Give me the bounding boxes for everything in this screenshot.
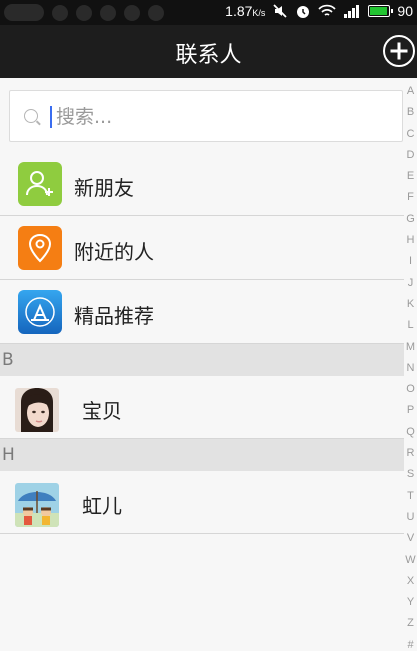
network-speed-unit: K/s [252, 8, 266, 18]
index-letter-o[interactable]: O [406, 384, 415, 395]
index-letter-d[interactable]: D [407, 149, 415, 161]
search-icon [24, 109, 38, 123]
app-store-icon [18, 290, 62, 334]
battery-icon [368, 5, 394, 17]
contact-item[interactable]: 虹儿 [0, 471, 404, 534]
index-letter-k[interactable]: K [407, 298, 414, 310]
battery-percent: 90 [397, 3, 413, 19]
index-letter-a[interactable]: A [407, 86, 414, 97]
notification-dot-icon [148, 4, 164, 21]
new-friends-item[interactable]: 新朋友 [0, 152, 404, 216]
cartoon-umbrella-avatar [15, 483, 59, 527]
index-letter-f[interactable]: F [407, 192, 414, 203]
featured-apps-item[interactable]: 精品推荐 [0, 280, 404, 344]
index-letter-x[interactable]: X [407, 575, 414, 587]
contact-name: 宝贝 [82, 399, 122, 423]
index-letter-t[interactable]: T [407, 490, 414, 502]
index-letter-s[interactable]: S [407, 469, 414, 480]
index-letter-l[interactable]: L [407, 320, 413, 331]
plus-circle-icon[interactable] [383, 35, 415, 67]
contacts-list: 新朋友 附近的人 精品推荐 B 宝贝 H 虹儿 [0, 152, 404, 534]
search-input[interactable] [56, 101, 386, 133]
wifi-icon [318, 4, 337, 16]
index-letter-i[interactable]: I [409, 256, 412, 267]
index-letter-g[interactable]: G [406, 213, 415, 225]
contact-name: 虹儿 [82, 494, 122, 518]
notification-dot-icon [100, 4, 116, 21]
index-letter-b[interactable]: B [407, 107, 414, 118]
index-letter-c[interactable]: C [407, 128, 415, 140]
index-letter-hash[interactable]: # [407, 639, 413, 651]
index-letter-v[interactable]: V [407, 533, 414, 544]
index-letter-j[interactable]: J [408, 277, 414, 289]
notification-dot-icon [124, 4, 140, 21]
page-title: 联系人 [175, 43, 242, 68]
index-letter-u[interactable]: U [407, 511, 415, 523]
alarm-icon [297, 6, 310, 18]
featured-apps-label: 精品推荐 [74, 304, 154, 328]
notification-dot-icon [52, 4, 68, 21]
section-header-h: H [0, 439, 404, 471]
status-indicators: 1.87K/s 90 [225, 3, 413, 19]
text-caret [50, 106, 52, 128]
index-letter-m[interactable]: M [406, 341, 415, 353]
status-bar: 1.87K/s 90 [0, 0, 417, 25]
notification-icons [4, 4, 164, 21]
search-box[interactable] [9, 90, 403, 142]
nearby-people-item[interactable]: 附近的人 [0, 216, 404, 280]
battery-level-fill [370, 7, 387, 15]
index-letter-n[interactable]: N [407, 362, 415, 374]
notification-pill-icon [4, 4, 44, 21]
index-letter-w[interactable]: W [405, 554, 415, 566]
index-letter-p[interactable]: P [407, 405, 414, 416]
notification-dot-icon [76, 4, 92, 21]
app-bar: 联系人 [0, 25, 417, 78]
add-friend-icon [18, 162, 62, 206]
new-friends-label: 新朋友 [74, 176, 134, 200]
mute-icon [273, 4, 288, 18]
index-letter-h[interactable]: H [407, 235, 415, 246]
nearby-people-label: 附近的人 [74, 240, 154, 264]
index-letter-e[interactable]: E [407, 171, 414, 182]
alphabet-index[interactable]: A B C D E F G H I J K L M N O P Q R S T U V W X Y Z # [404, 86, 417, 651]
girl-portrait-avatar [15, 388, 59, 432]
index-letter-z[interactable]: Z [407, 618, 414, 629]
network-speed-value: 1.87 [225, 3, 253, 19]
section-header-b: B [0, 344, 404, 376]
signal-icon [344, 5, 360, 18]
index-letter-y[interactable]: Y [407, 597, 414, 608]
contact-item[interactable]: 宝贝 [0, 376, 404, 439]
network-speed: 1.87K/s [225, 3, 265, 19]
index-letter-r[interactable]: R [407, 448, 415, 459]
index-letter-q[interactable]: Q [406, 426, 415, 438]
location-pin-icon [18, 226, 62, 270]
search-area [0, 78, 404, 152]
